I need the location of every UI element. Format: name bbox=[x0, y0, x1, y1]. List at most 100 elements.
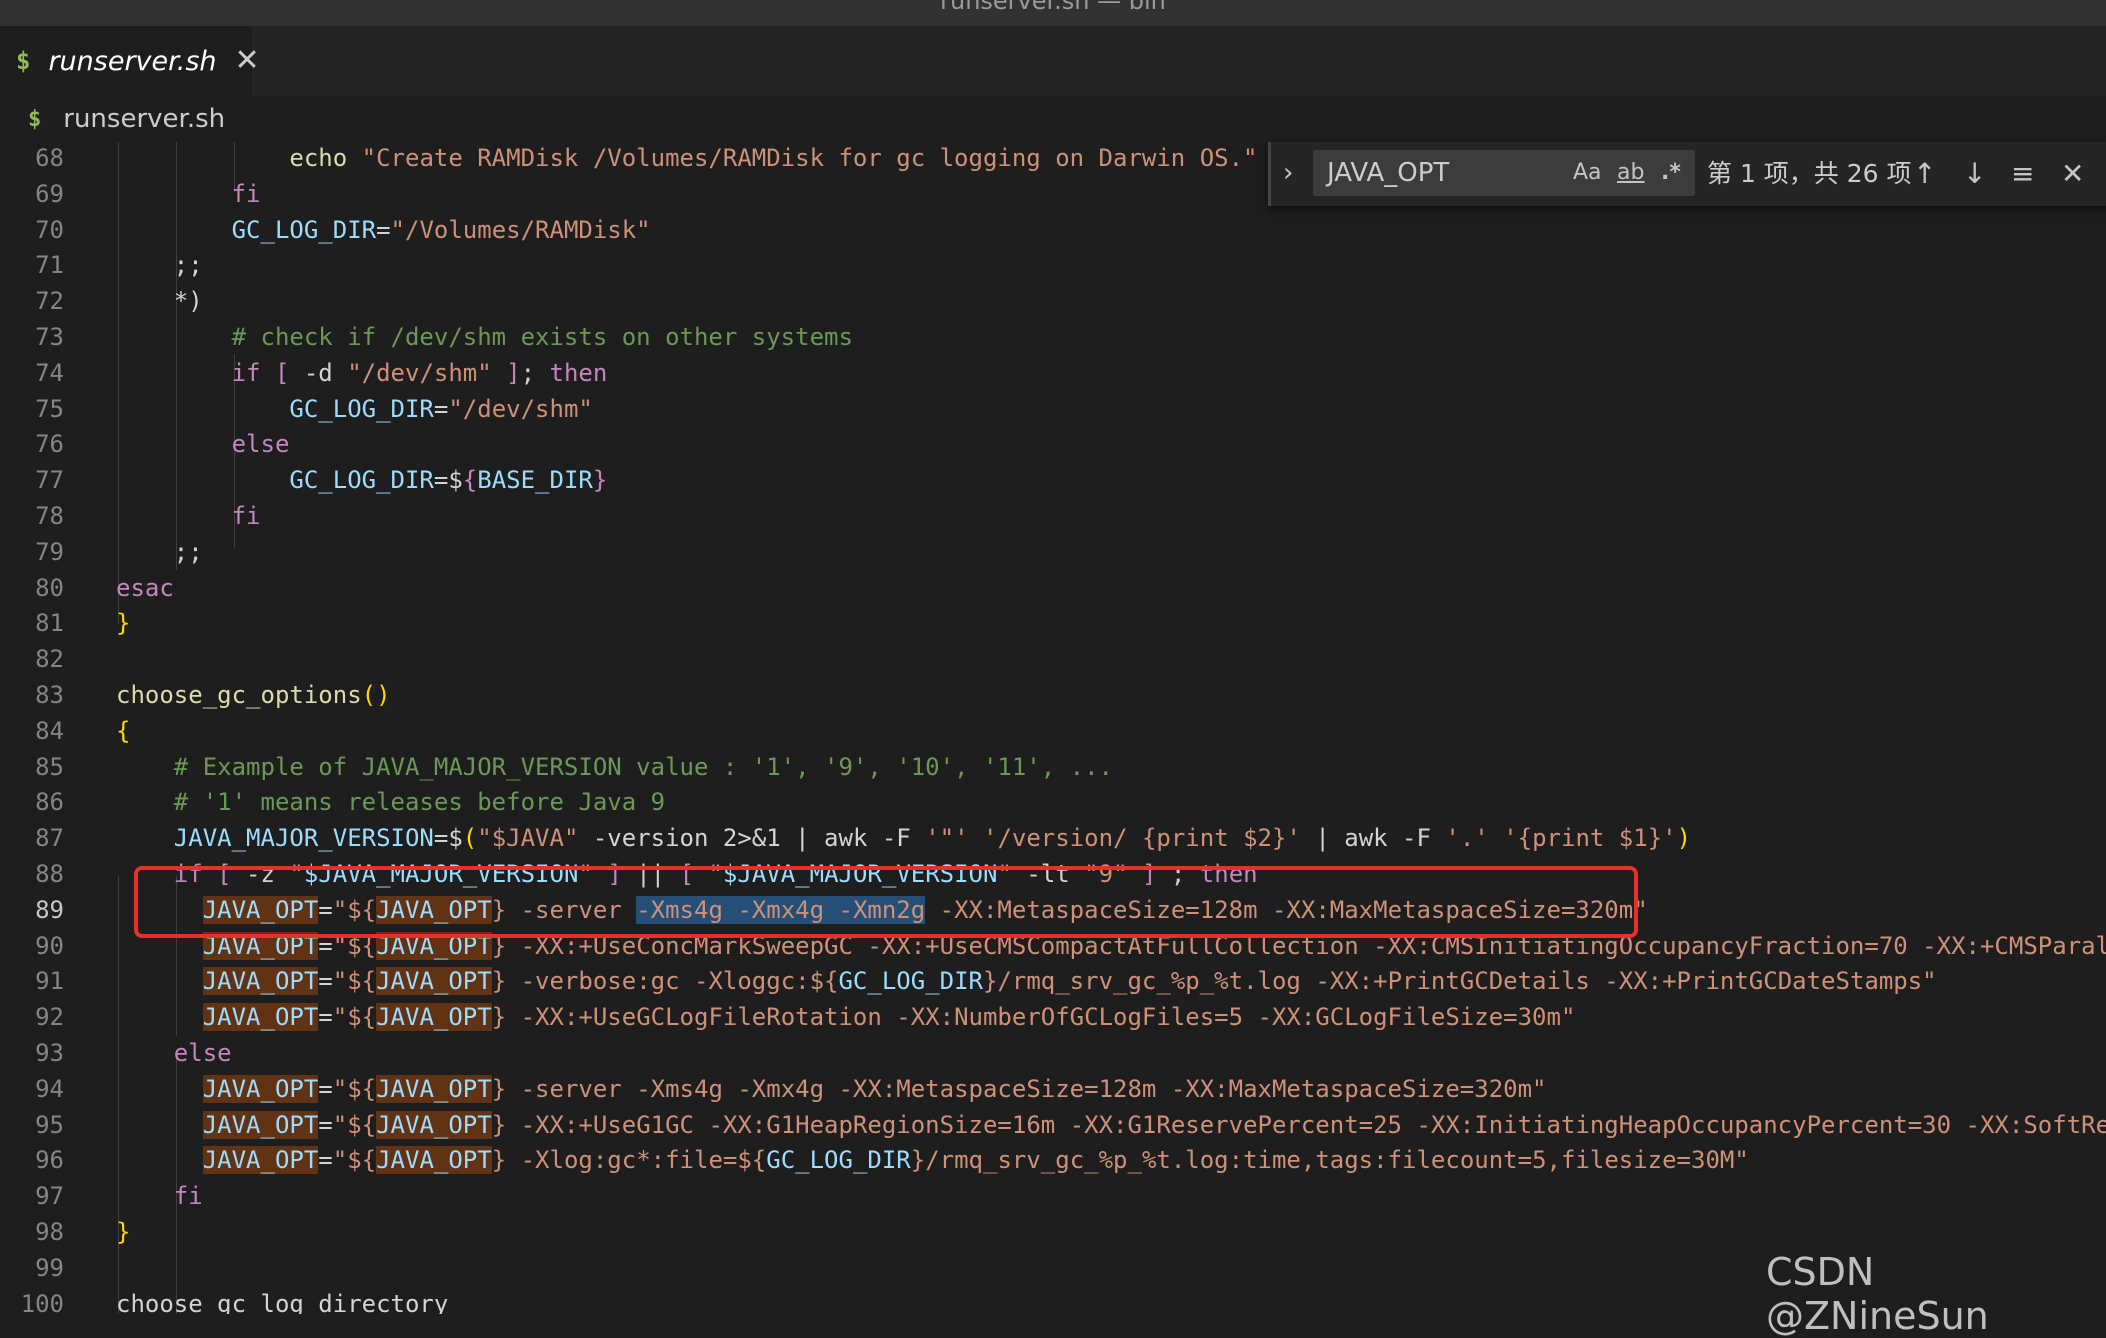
code-line[interactable]: 82 bbox=[0, 641, 2106, 677]
code-text: choose_gc_log_directory bbox=[116, 1289, 449, 1314]
watermark: CSDN @ZNineSun bbox=[1766, 1250, 1989, 1338]
tab-label: runserver.sh bbox=[48, 45, 217, 77]
code-line[interactable]: 74 if [ -d "/dev/shm" ]; then bbox=[0, 355, 2106, 391]
tab-runserver[interactable]: $ runserver.sh ✕ bbox=[0, 26, 260, 96]
find-input[interactable]: JAVA_OPT Aa ab .* bbox=[1313, 150, 1695, 196]
line-number: 79 bbox=[35, 537, 64, 566]
line-number: 83 bbox=[35, 681, 64, 709]
line-number: 99 bbox=[35, 1253, 64, 1282]
line-number: 73 bbox=[35, 323, 64, 351]
line-number: 74 bbox=[35, 358, 64, 387]
line-number: 100 bbox=[20, 1289, 64, 1314]
code-line[interactable]: 91 JAVA_OPT="${JAVA_OPT} -verbose:gc -Xl… bbox=[0, 963, 2106, 999]
shell-file-icon: $ bbox=[16, 47, 31, 75]
code-line[interactable]: 85 # Example of JAVA_MAJOR_VERSION value… bbox=[0, 749, 2106, 785]
arrow-up-icon[interactable]: ↑ bbox=[1913, 142, 1936, 206]
breadcrumb-item-file[interactable]: runserver.sh bbox=[63, 104, 225, 134]
code-text: # '1' means releases before Java 9 bbox=[173, 788, 666, 817]
code-line[interactable]: 73 # check if /dev/shm exists on other s… bbox=[0, 319, 2106, 355]
chevron-right-icon[interactable]: › bbox=[1283, 158, 1293, 188]
code-line[interactable]: 71 ;; bbox=[0, 247, 2106, 283]
shell-file-icon: $ bbox=[28, 106, 42, 132]
line-number: 93 bbox=[35, 1039, 64, 1067]
code-text: choose_gc_options() bbox=[116, 681, 391, 709]
code-line[interactable]: 80 esac bbox=[0, 570, 2106, 606]
whole-word-icon[interactable]: ab bbox=[1617, 160, 1644, 186]
code-line[interactable]: 95 JAVA_OPT="${JAVA_OPT} -XX:+UseG1GC -X… bbox=[0, 1107, 2106, 1143]
line-number: 90 bbox=[35, 931, 64, 960]
code-line[interactable]: 93 else bbox=[0, 1035, 2106, 1071]
line-number: 91 bbox=[35, 967, 64, 996]
find-widget: › JAVA_OPT Aa ab .* 第 1 项，共 26 项 ↑ ↓ ≡ ✕ bbox=[1268, 142, 2106, 206]
line-number: 81 bbox=[35, 609, 64, 638]
window-titlebar: runserver.sh — bin bbox=[0, 0, 2106, 26]
code-line[interactable]: 78 fi bbox=[0, 498, 2106, 534]
line-number: 78 bbox=[35, 502, 64, 530]
line-number: 89 bbox=[35, 895, 64, 924]
line-number: 87 bbox=[35, 824, 64, 853]
code-text: GC_LOG_DIR="/Volumes/RAMDisk" bbox=[231, 215, 651, 244]
line-number: 86 bbox=[35, 788, 64, 817]
regex-icon[interactable]: .* bbox=[1661, 160, 1681, 186]
code-text: esac bbox=[116, 573, 174, 602]
code-line[interactable]: 87 JAVA_MAJOR_VERSION=$("$JAVA" -version… bbox=[0, 820, 2106, 856]
arrow-down-icon[interactable]: ↓ bbox=[1963, 142, 1986, 206]
line-number: 69 bbox=[35, 179, 64, 208]
code-editor[interactable]: 68 echo "Create RAMDisk /Volumes/RAMDisk… bbox=[0, 142, 2106, 1314]
code-text: JAVA_OPT="${JAVA_OPT} -verbose:gc -Xlogg… bbox=[202, 967, 1937, 996]
code-line[interactable]: 81} bbox=[0, 605, 2106, 641]
code-line[interactable]: 70 GC_LOG_DIR="/Volumes/RAMDisk" bbox=[0, 212, 2106, 248]
code-text: { bbox=[116, 716, 131, 745]
line-number: 82 bbox=[35, 645, 64, 674]
code-text: GC_LOG_DIR="/dev/shm" bbox=[289, 394, 593, 423]
close-icon[interactable]: ✕ bbox=[2061, 142, 2084, 206]
match-case-icon[interactable]: Aa bbox=[1573, 160, 1602, 186]
line-number: 88 bbox=[35, 860, 64, 888]
code-line[interactable]: 84 { bbox=[0, 713, 2106, 749]
code-line[interactable]: 76 else bbox=[0, 426, 2106, 462]
line-number: 72 bbox=[35, 287, 64, 316]
code-line[interactable]: 75 GC_LOG_DIR="/dev/shm" bbox=[0, 391, 2106, 427]
code-line[interactable]: 83 choose_gc_options() bbox=[0, 677, 2106, 713]
line-number: 80 bbox=[35, 573, 64, 602]
code-line[interactable]: 92 JAVA_OPT="${JAVA_OPT} -XX:+UseGCLogFi… bbox=[0, 999, 2106, 1035]
code-text: JAVA_OPT="${JAVA_OPT} -Xlog:gc*:file=${G… bbox=[202, 1146, 1749, 1175]
code-text: JAVA_OPT="${JAVA_OPT} -XX:+UseGCLogFileR… bbox=[202, 1003, 1576, 1032]
code-line[interactable]: 96 JAVA_OPT="${JAVA_OPT} -Xlog:gc*:file=… bbox=[0, 1142, 2106, 1178]
line-number: 75 bbox=[35, 394, 64, 423]
code-line[interactable]: 77 GC_LOG_DIR=${BASE_DIR} bbox=[0, 462, 2106, 498]
code-text: else bbox=[231, 430, 290, 459]
tab-bar: $ runserver.sh ✕ bbox=[0, 26, 2106, 96]
code-text: ;; bbox=[116, 251, 203, 280]
code-text: if [ -d "/dev/shm" ]; then bbox=[231, 358, 608, 387]
line-number: 70 bbox=[35, 215, 64, 244]
code-text: GC_LOG_DIR=${BASE_DIR} bbox=[289, 466, 608, 495]
highlight-annotation bbox=[134, 866, 1638, 938]
code-line[interactable]: 94 JAVA_OPT="${JAVA_OPT} -server -Xms4g … bbox=[0, 1071, 2106, 1107]
code-text: # check if /dev/shm exists on other syst… bbox=[231, 323, 853, 351]
line-number: 84 bbox=[35, 716, 64, 745]
code-line[interactable]: 86 # '1' means releases before Java 9 bbox=[0, 784, 2106, 820]
code-line[interactable]: 97 fi bbox=[0, 1178, 2106, 1214]
code-text: } bbox=[116, 609, 131, 638]
code-text: JAVA_MAJOR_VERSION=$("$JAVA" -version 2>… bbox=[173, 824, 1692, 853]
code-line[interactable]: 79 ;; bbox=[0, 534, 2106, 570]
code-text: else bbox=[173, 1039, 232, 1067]
code-text: JAVA_OPT="${JAVA_OPT} -server -Xms4g -Xm… bbox=[202, 1074, 1547, 1103]
line-number: 94 bbox=[35, 1074, 64, 1103]
code-text: } bbox=[116, 1218, 131, 1246]
code-text: echo "Create RAMDisk /Volumes/RAMDisk fo… bbox=[289, 144, 1258, 172]
find-result-count: 第 1 项，共 26 项 bbox=[1707, 159, 1912, 188]
code-line[interactable]: 72 *) bbox=[0, 283, 2106, 319]
code-text: JAVA_OPT="${JAVA_OPT} -XX:+UseG1GC -XX:G… bbox=[202, 1110, 2106, 1139]
code-text: fi bbox=[173, 1182, 203, 1211]
line-number: 85 bbox=[35, 752, 64, 781]
code-text: ;; bbox=[116, 537, 203, 566]
window-title: runserver.sh — bin bbox=[940, 0, 1166, 15]
code-line[interactable]: 98} bbox=[0, 1214, 2106, 1250]
find-in-selection-icon[interactable]: ≡ bbox=[2011, 142, 2034, 206]
line-number: 76 bbox=[35, 430, 64, 459]
line-number: 97 bbox=[35, 1182, 64, 1211]
close-icon[interactable]: ✕ bbox=[235, 46, 260, 76]
line-number: 95 bbox=[35, 1110, 64, 1139]
